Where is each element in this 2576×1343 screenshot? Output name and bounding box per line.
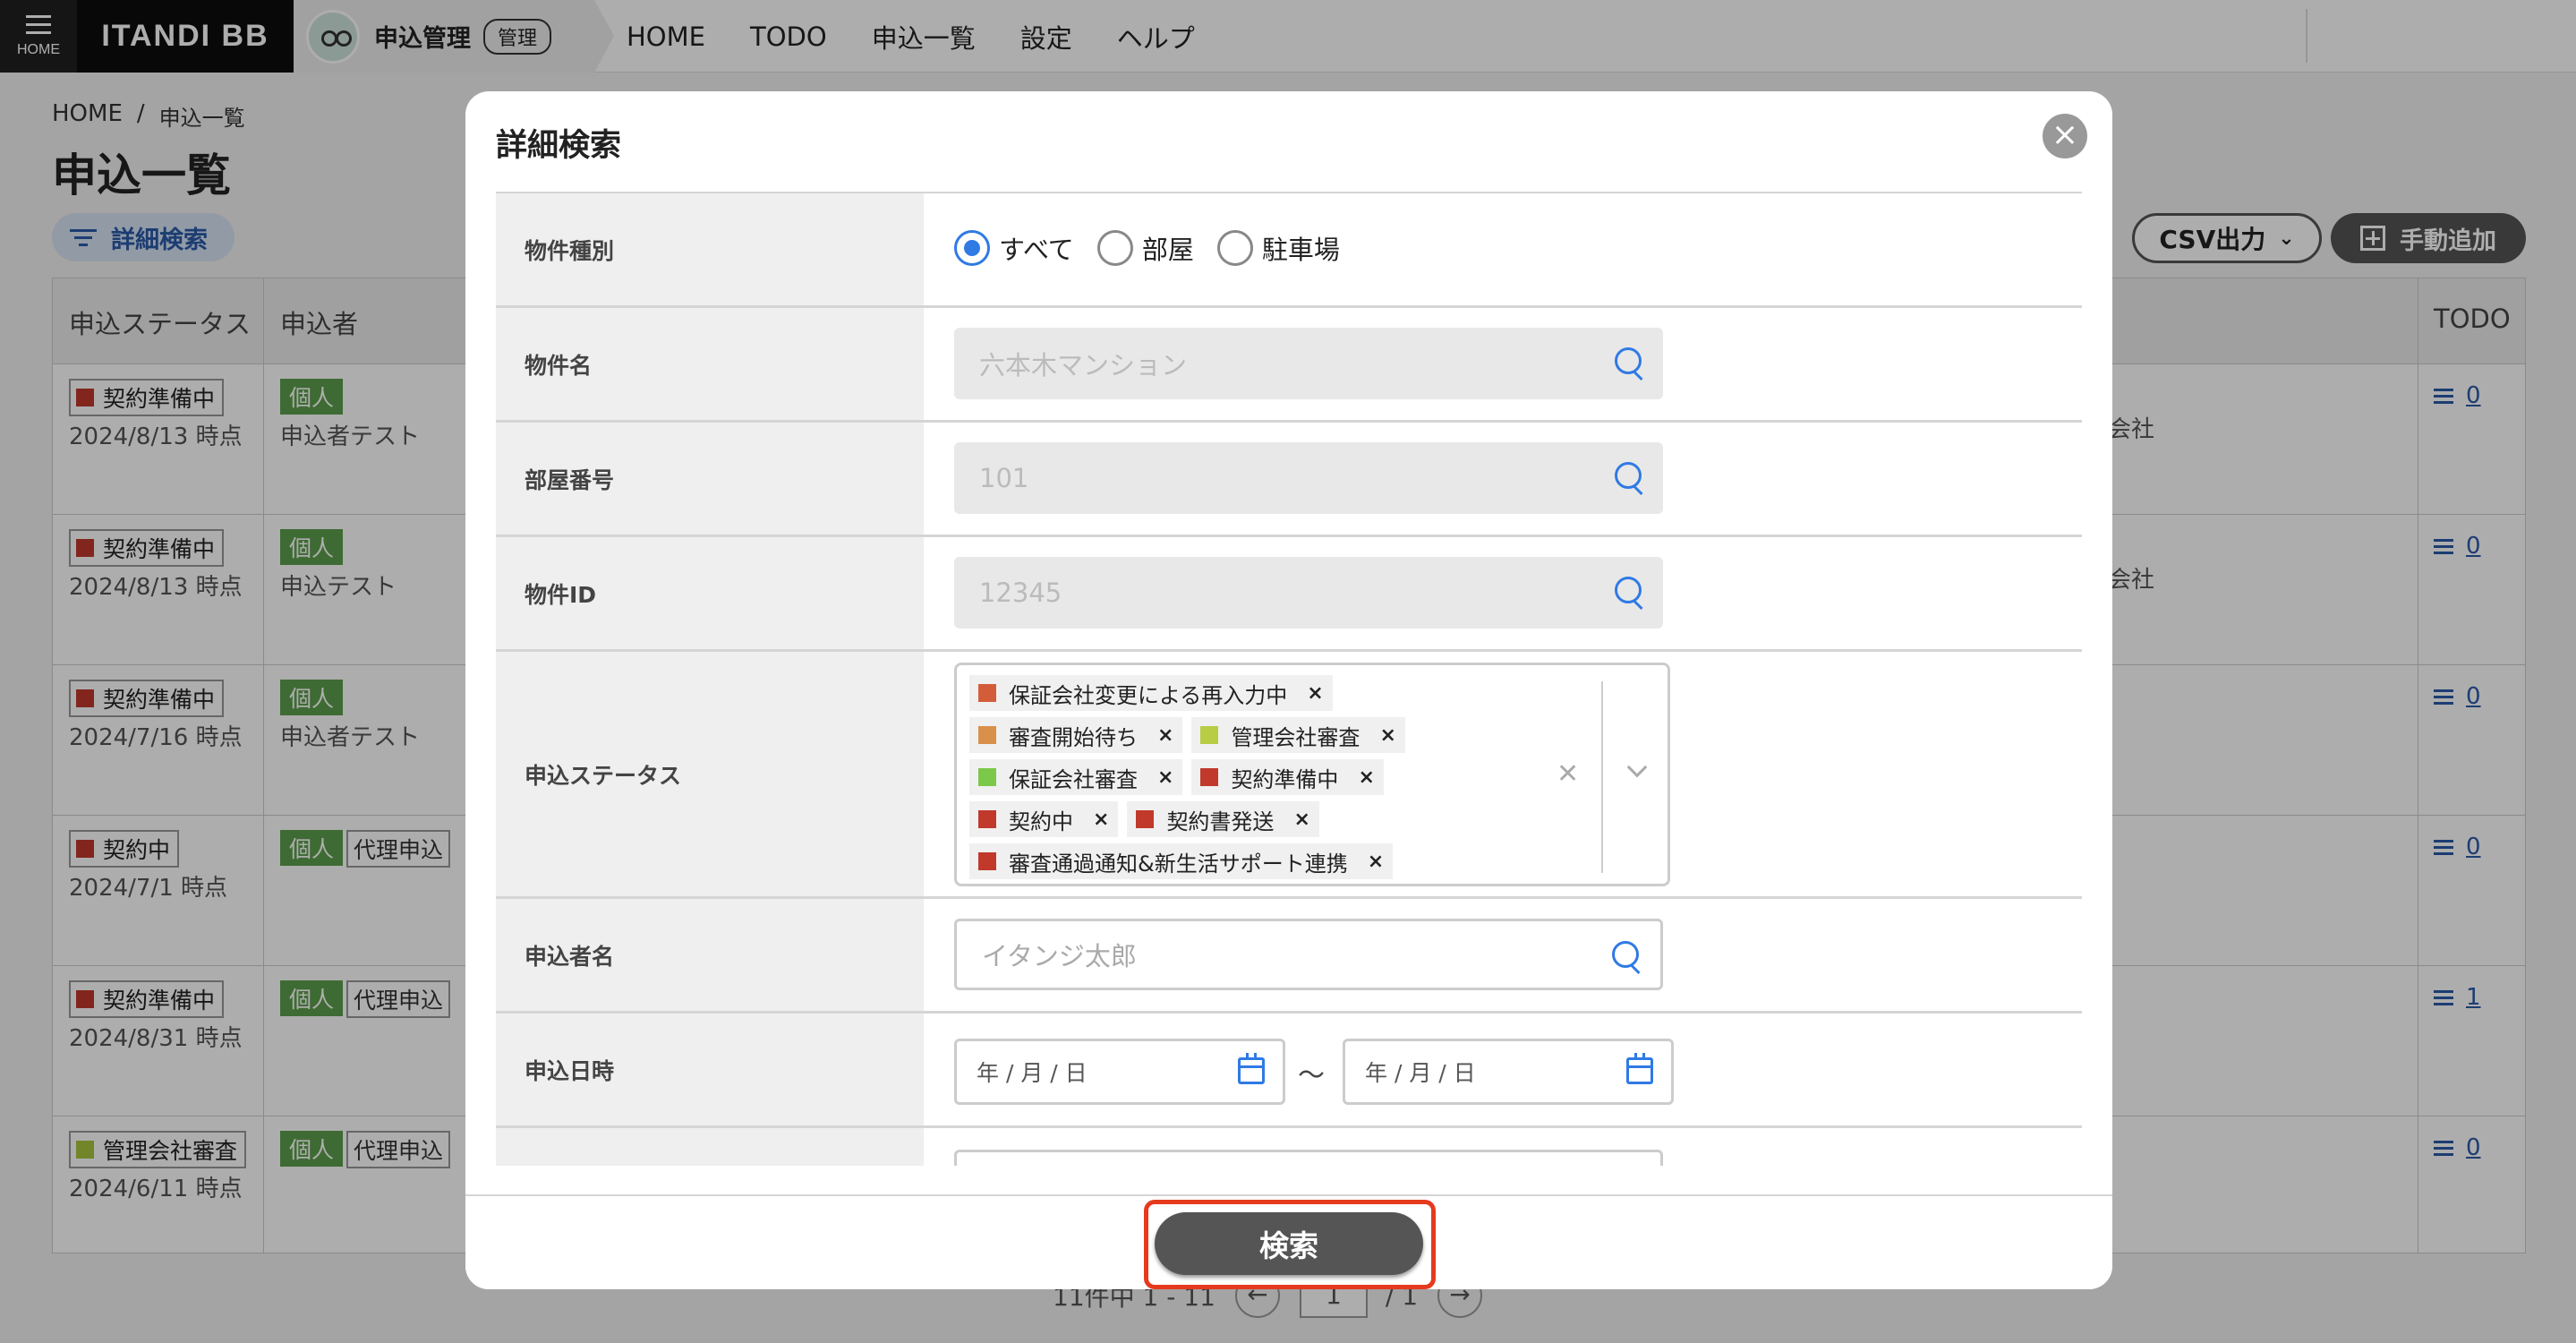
status-chip: 管理会社審査 × xyxy=(1191,717,1405,753)
status-chip-label: 契約準備中 xyxy=(1231,766,1339,792)
status-color-icon xyxy=(978,852,996,870)
calendar-icon[interactable] xyxy=(1238,1053,1265,1084)
applied-date-from-input[interactable]: 年 / 月 / 日 xyxy=(954,1039,1285,1105)
status-label: 申込ステータス xyxy=(496,652,924,896)
status-chip-label: 審査開始待ち xyxy=(1009,724,1138,750)
status-chip-label: 契約中 xyxy=(1009,808,1073,834)
status-color-icon xyxy=(978,726,996,744)
room-number-input[interactable]: 101 xyxy=(954,442,1663,514)
clear-all-icon[interactable]: ✕ xyxy=(1557,758,1579,790)
status-multiselect[interactable]: 保証会社変更による再入力中 × 審査開始待ち × 管理会社審査 × 保証会社審査 × 契約準備中… xyxy=(954,663,1670,886)
property-type-row: 物件種別 すべて 部屋 駐車場 xyxy=(496,193,2082,308)
status-row: 申込ステータス 保証会社変更による再入力中 × 審査開始待ち × 管理会社審査 × 保証会社… xyxy=(496,652,2082,899)
status-color-icon xyxy=(978,768,996,786)
search-form: 物件種別 すべて 部屋 駐車場 物件名 六本木マンション 部屋番号 101 物件… xyxy=(496,192,2082,1166)
applicant-name-placeholder: イタンジ太郎 xyxy=(982,941,1137,971)
property-name-placeholder: 六本木マンション xyxy=(979,350,1188,381)
status-chips: 保証会社変更による再入力中 × 審査開始待ち × 管理会社審査 × 保証会社審査 × 契約準備中… xyxy=(969,672,1587,883)
remove-chip-icon[interactable]: × xyxy=(1293,808,1309,831)
status-chip-label: 管理会社審査 xyxy=(1231,724,1361,750)
radio-all[interactable]: すべて xyxy=(954,229,1074,267)
room-number-label: 部屋番号 xyxy=(496,423,924,535)
status-color-icon xyxy=(1200,726,1219,744)
calendar-icon[interactable] xyxy=(1626,1053,1653,1084)
property-name-label: 物件名 xyxy=(496,308,924,420)
radio-parking[interactable]: 駐車場 xyxy=(1216,229,1340,267)
applied-date-to-input[interactable]: 年 / 月 / 日 xyxy=(1343,1039,1674,1105)
radio-icon xyxy=(1216,230,1253,266)
search-icon xyxy=(1610,939,1642,971)
date-from-placeholder: 年 / 月 / 日 xyxy=(977,1060,1088,1086)
date-range-separator: 〜 xyxy=(1298,1060,1325,1091)
radio-icon xyxy=(1096,230,1133,266)
status-chip-label: 保証会社変更による再入力中 xyxy=(1009,682,1288,708)
radio-parking-label: 駐車場 xyxy=(1261,235,1340,265)
remove-chip-icon[interactable]: × xyxy=(1093,808,1109,831)
chevron-down-icon[interactable] xyxy=(1619,755,1655,791)
status-chip: 保証会社審査 × xyxy=(969,759,1183,795)
applied-date-row: 申込日時 年 / 月 / 日 〜 年 / 月 / 日 xyxy=(496,1014,2082,1128)
property-id-input[interactable]: 12345 xyxy=(954,557,1663,629)
search-button[interactable]: 検索 xyxy=(1155,1212,1423,1275)
modal-title: 詳細検索 xyxy=(496,128,622,164)
remove-chip-icon[interactable]: × xyxy=(1157,724,1173,747)
room-number-row: 部屋番号 101 xyxy=(496,423,2082,537)
status-chip-label: 契約書発送 xyxy=(1166,808,1275,834)
status-chip: 審査開始待ち × xyxy=(969,717,1183,753)
status-chip: 契約準備中 × xyxy=(1191,759,1384,795)
status-chip: 契約中 × xyxy=(969,801,1119,837)
status-chip: 保証会社変更による再入力中 × xyxy=(969,675,1333,711)
property-id-label: 物件ID xyxy=(496,537,924,649)
applied-date-label: 申込日時 xyxy=(496,1014,924,1125)
status-color-icon xyxy=(1200,768,1219,786)
property-name-input[interactable]: 六本木マンション xyxy=(954,328,1663,399)
remove-chip-icon[interactable]: × xyxy=(1157,766,1173,789)
status-color-icon xyxy=(978,810,996,828)
applicant-name-row: 申込者名 イタンジ太郎 xyxy=(496,899,2082,1014)
property-id-row: 物件ID 12345 xyxy=(496,537,2082,652)
radio-room[interactable]: 部屋 xyxy=(1096,229,1194,267)
status-chip: 契約書発送 × xyxy=(1127,801,1319,837)
remove-chip-icon[interactable]: × xyxy=(1379,724,1395,747)
search-icon xyxy=(1613,346,1645,378)
next-field-input[interactable] xyxy=(954,1150,1663,1166)
radio-all-label: すべて xyxy=(999,235,1074,265)
close-icon[interactable]: × xyxy=(2043,114,2087,158)
search-icon xyxy=(1613,460,1645,492)
room-number-placeholder: 101 xyxy=(979,463,1029,493)
applicant-name-input[interactable]: イタンジ太郎 xyxy=(954,919,1663,990)
property-name-row: 物件名 六本木マンション xyxy=(496,308,2082,423)
next-field-row xyxy=(496,1128,2082,1166)
applicant-name-label: 申込者名 xyxy=(496,899,924,1011)
remove-chip-icon[interactable]: × xyxy=(1307,682,1323,705)
property-type-label: 物件種別 xyxy=(496,193,924,305)
status-chip-label: 保証会社審査 xyxy=(1009,766,1138,792)
remove-chip-icon[interactable]: × xyxy=(1368,851,1384,873)
multiselect-divider xyxy=(1601,681,1603,873)
radio-selected-icon xyxy=(954,230,990,266)
property-type-radios: すべて 部屋 駐車場 xyxy=(954,229,1363,267)
status-color-icon xyxy=(978,684,996,702)
status-chip: 審査通過通知&新生活サポート連携 × xyxy=(969,843,1394,879)
status-chip-label: 審査通過通知&新生活サポート連携 xyxy=(1009,851,1348,877)
next-field-label xyxy=(496,1128,924,1166)
property-id-placeholder: 12345 xyxy=(979,577,1062,608)
detail-search-modal: 詳細検索 × 物件種別 すべて 部屋 駐車場 物件名 六本木マンション 部屋番号… xyxy=(465,91,2112,1289)
radio-room-label: 部屋 xyxy=(1141,235,1194,265)
status-color-icon xyxy=(1136,810,1155,828)
date-to-placeholder: 年 / 月 / 日 xyxy=(1365,1060,1476,1086)
modal-footer: 検索 xyxy=(465,1194,2112,1289)
search-icon xyxy=(1613,575,1645,607)
remove-chip-icon[interactable]: × xyxy=(1358,766,1374,789)
